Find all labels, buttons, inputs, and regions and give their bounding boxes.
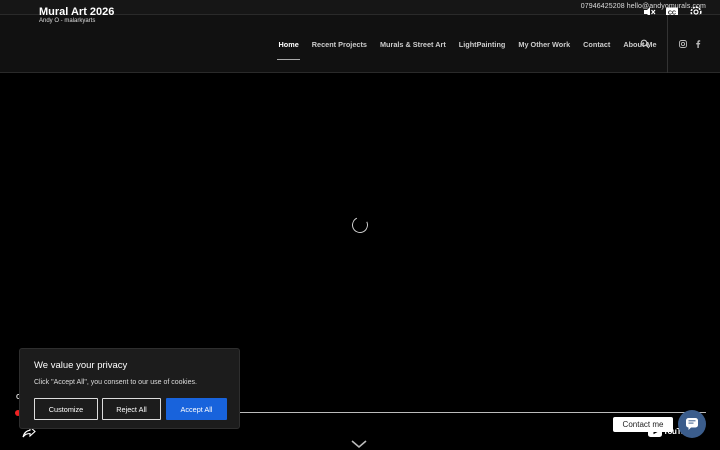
nav-item-other-work[interactable]: My Other Work xyxy=(512,15,577,73)
site-title[interactable]: Mural Art 2026 xyxy=(39,6,114,18)
nav-item-lightpainting[interactable]: LightPainting xyxy=(452,15,512,73)
nav-item-home[interactable]: Home xyxy=(272,15,305,73)
header-divider xyxy=(667,15,668,73)
facebook-icon[interactable] xyxy=(693,39,703,49)
loading-spinner xyxy=(349,214,371,236)
main-nav: Home Recent Projects Murals & Street Art… xyxy=(272,15,663,73)
chevron-down-icon[interactable] xyxy=(351,439,367,449)
cookie-text: Click "Accept All", you consent to our u… xyxy=(34,379,197,386)
search-icon[interactable] xyxy=(640,39,650,49)
instagram-icon[interactable] xyxy=(678,39,688,49)
nav-item-recent-projects[interactable]: Recent Projects xyxy=(305,15,373,73)
chat-icon xyxy=(686,418,698,430)
nav-item-contact[interactable]: Contact xyxy=(577,15,617,73)
contact-widget-button[interactable] xyxy=(678,410,706,438)
nav-item-murals[interactable]: Murals & Street Art xyxy=(373,15,452,73)
site-subtitle: Andy O - malarkyarts xyxy=(39,18,96,24)
customize-button[interactable]: Customize xyxy=(34,398,98,420)
reject-all-button[interactable]: Reject All xyxy=(102,398,161,420)
contact-me-label[interactable]: Contact me xyxy=(613,417,673,432)
site-header: Mural Art 2026 Andy O - malarkyarts Home… xyxy=(0,6,720,73)
cookie-title: We value your privacy xyxy=(34,360,128,371)
accept-all-button[interactable]: Accept All xyxy=(166,398,227,420)
video-progress-bar[interactable] xyxy=(240,412,706,413)
cookie-consent-banner: We value your privacy Click "Accept All"… xyxy=(19,348,240,429)
